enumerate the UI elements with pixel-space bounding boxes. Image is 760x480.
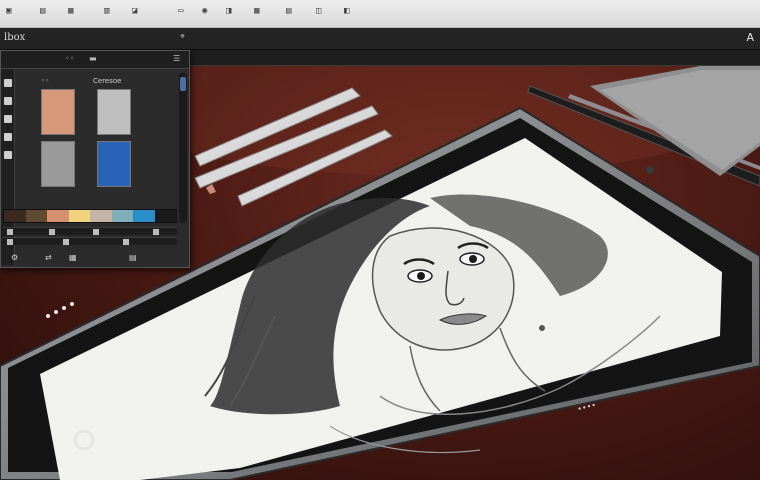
swatch-blue[interactable] — [97, 141, 131, 187]
panel-footer: ⚙ ⇄ ▦ ▤ — [5, 253, 185, 263]
panel-menu-icon[interactable]: ☰ — [173, 54, 180, 63]
canvas-ruler — [190, 50, 760, 66]
palette-color[interactable] — [90, 210, 112, 222]
panel-controls-row[interactable] — [3, 227, 177, 235]
palette-color[interactable] — [4, 210, 26, 222]
swatch-gray[interactable] — [41, 141, 75, 187]
eraser-icon[interactable]: ◧ — [344, 6, 349, 16]
palette-color[interactable] — [154, 210, 176, 222]
layers-icon[interactable]: ▤ — [129, 253, 137, 262]
grid-icon[interactable]: ▦ — [69, 253, 77, 262]
swatch-group-label: ◦◦ — [41, 77, 50, 85]
swatch-skin[interactable] — [41, 89, 75, 135]
brush-icon[interactable]: ◪ — [132, 6, 137, 16]
swatch-group-label: Ceresoe — [93, 77, 122, 85]
color-palette[interactable] — [3, 209, 177, 223]
eraser-icon[interactable]: ▭ — [178, 6, 183, 16]
brush-icon[interactable]: ◫ — [316, 6, 321, 16]
pin-icon[interactable]: ⌖ — [180, 32, 185, 42]
panel-tool-strip — [1, 69, 15, 265]
palette-color[interactable] — [111, 210, 133, 222]
layers-icon[interactable]: ▥ — [104, 6, 109, 16]
eraser-icon[interactable] — [4, 97, 12, 105]
eye-icon[interactable]: ◉ — [202, 6, 207, 16]
grid-icon[interactable]: ▦ — [68, 6, 73, 16]
app-title: lbox — [4, 32, 26, 43]
text-icon[interactable]: ◨ — [226, 6, 231, 16]
palette-color[interactable] — [47, 210, 69, 222]
palette-color[interactable] — [133, 210, 155, 222]
panel-controls-row[interactable] — [3, 237, 177, 245]
panel-scrollbar[interactable] — [179, 73, 187, 223]
swatches-panel[interactable]: ◦◦ ▬ ☰ ◦◦ Ceresoe ⚙ ⇄ ▦ ▤ — [0, 50, 190, 268]
panel-tab-icon[interactable]: ◦◦ — [65, 54, 74, 63]
text-tool-button[interactable]: A — [746, 31, 754, 44]
layers-icon[interactable]: ▤ — [286, 6, 291, 16]
document-titlebar: lbox ⌖ A — [0, 28, 760, 50]
top-toolbar: ▣ ▤ ▦ ▥ ◪ ▭ ◉ ◨ ▦ ▤ ◫ ◧ — [0, 0, 760, 28]
panel-header[interactable]: ◦◦ ▬ ☰ — [1, 51, 189, 69]
brush-icon[interactable] — [4, 79, 12, 87]
swap-icon[interactable]: ⇄ — [45, 253, 52, 262]
panel-tab-icon[interactable]: ▬ — [89, 54, 97, 63]
layers-icon[interactable] — [4, 115, 12, 123]
settings-icon[interactable]: ⚙ — [11, 253, 18, 262]
folder-icon[interactable]: ▣ — [6, 6, 11, 16]
palette-color[interactable] — [68, 210, 90, 222]
save-icon[interactable]: ▤ — [40, 6, 45, 16]
grid-icon[interactable] — [4, 151, 12, 159]
palette-color[interactable] — [25, 210, 47, 222]
grid-icon[interactable]: ▦ — [254, 6, 259, 16]
swatch-silver[interactable] — [97, 89, 131, 135]
text-icon[interactable] — [4, 133, 12, 141]
